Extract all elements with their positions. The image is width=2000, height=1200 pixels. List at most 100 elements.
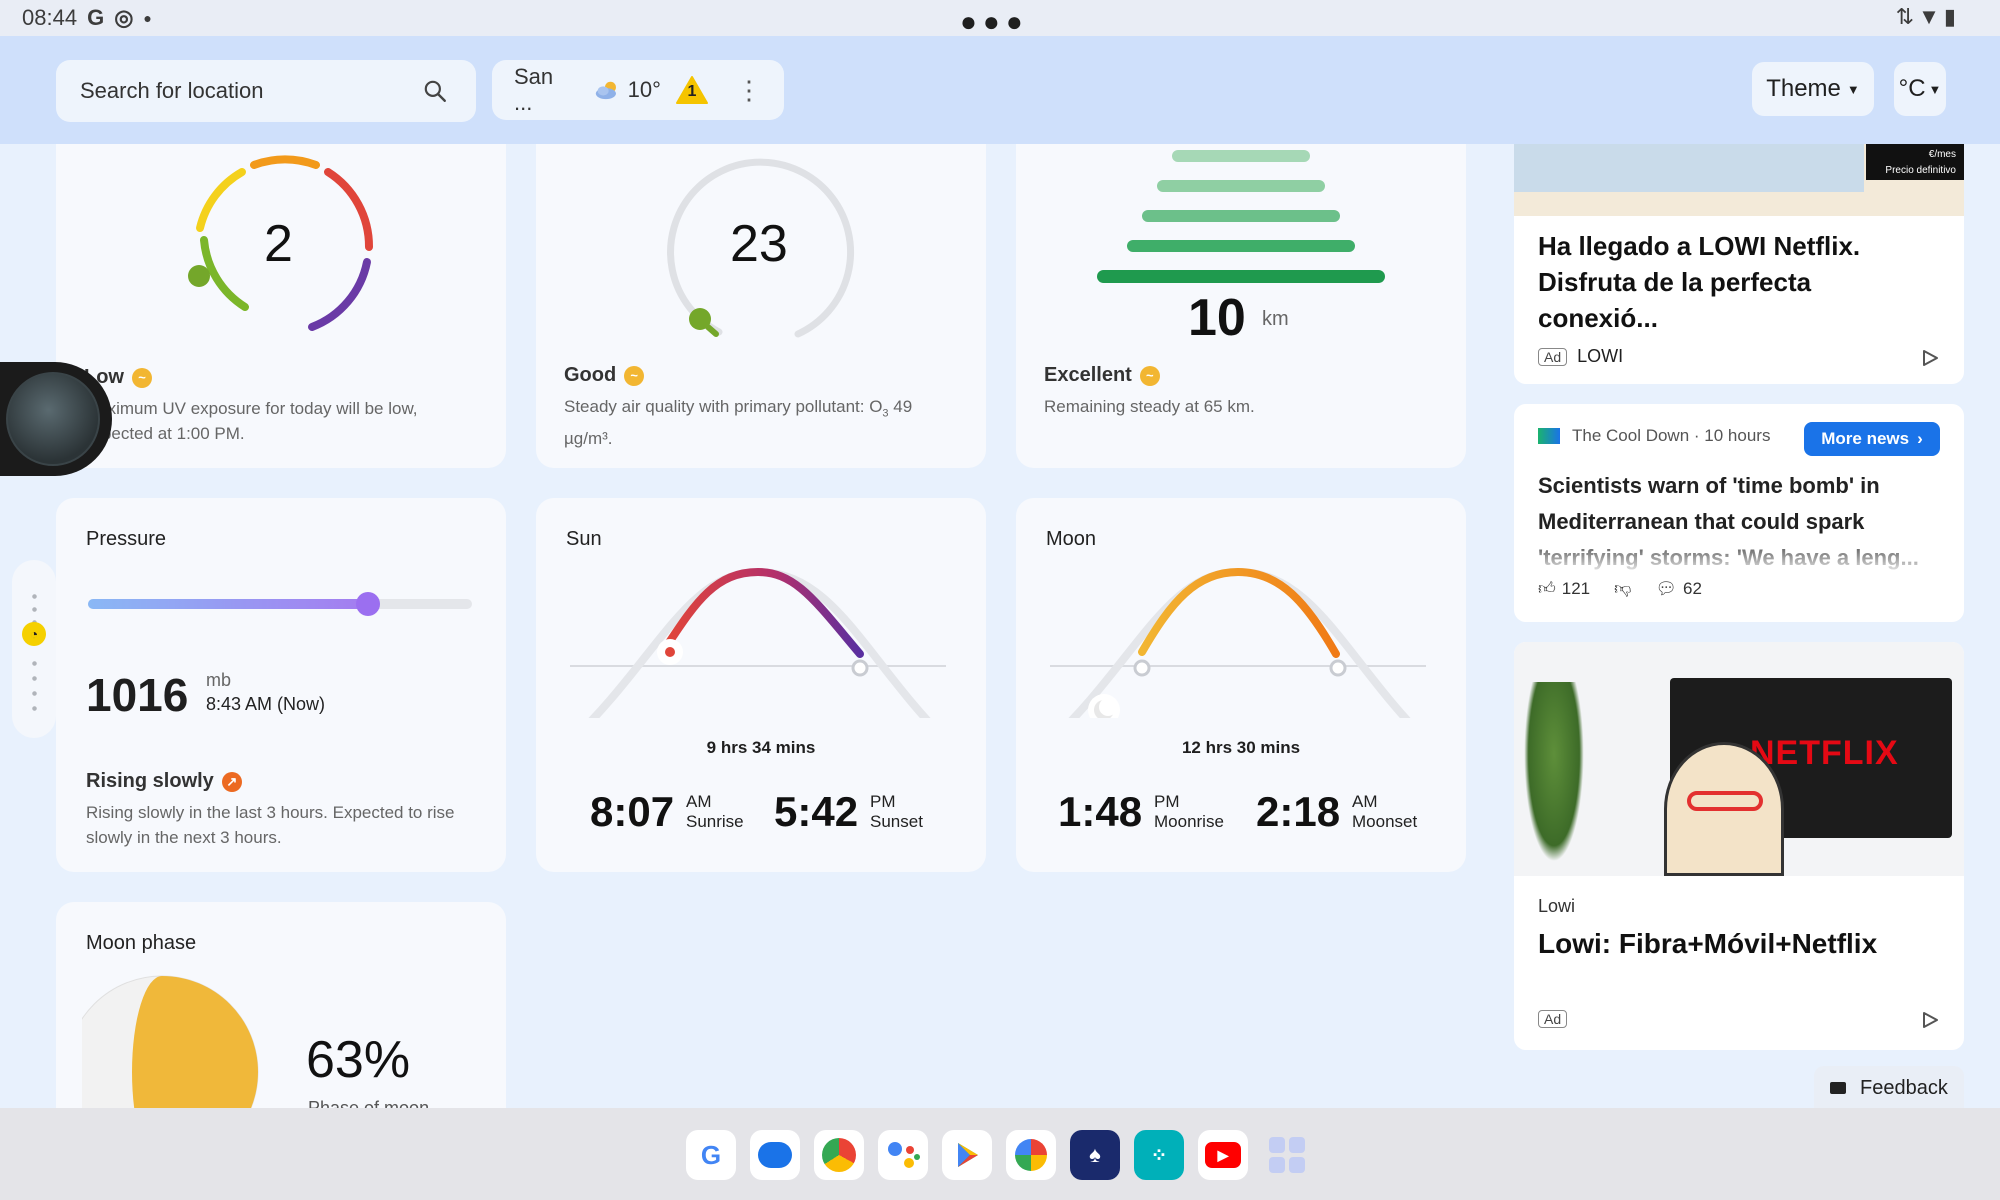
ad-choices-icon[interactable] [1920, 348, 1940, 368]
comment-icon[interactable]: 💬︎ [1655, 579, 1677, 599]
theme-dropdown[interactable]: Theme ▼ [1752, 62, 1874, 116]
source-separator: · [1689, 426, 1705, 445]
ad1-headline[interactable]: Ha llegado a LOWI Netflix. Disfruta de l… [1538, 228, 1938, 336]
camera-lens-icon [6, 372, 100, 466]
moonset-time: 2:18 [1256, 788, 1341, 835]
article-source: The Cool Down [1572, 426, 1690, 445]
pressure-title: Pressure [86, 528, 167, 550]
aqi-status-text: Good [564, 364, 617, 386]
rising-trend-icon: ↗ [221, 771, 242, 792]
search-input[interactable]: Search for location [56, 60, 476, 122]
moonrise-time: 1:48 [1058, 788, 1143, 835]
article-source-row: The Cool Down · 10 hours [1538, 426, 1770, 446]
sunset-label: Sunset [870, 812, 923, 831]
pressure-card[interactable]: Pressure 1016 mb 8:43 AM (Now) Rising sl… [56, 498, 506, 872]
photos-app-icon[interactable] [1006, 1130, 1056, 1180]
partly-cloudy-icon [596, 81, 617, 100]
more-options-icon[interactable]: ⋮ [736, 77, 762, 103]
uv-level-marker [188, 265, 210, 287]
pressure-value: 1016 [86, 669, 189, 721]
fitbit-app-icon[interactable]: ⁘ [1134, 1130, 1184, 1180]
unit-label: °C [1898, 75, 1926, 102]
floating-camera-bubble[interactable] [0, 362, 112, 476]
app-drawer-icon[interactable] [1262, 1130, 1312, 1180]
current-location-chip[interactable]: San ... 10° 1 ⋮ [492, 60, 784, 120]
thumbs-down-icon[interactable]: 👎︎ [1614, 578, 1631, 599]
air-quality-card[interactable]: 23 Good ~ Steady air quality with primary… [536, 144, 986, 468]
pressure-marker [356, 592, 381, 616]
pressure-fill [88, 599, 369, 609]
ad-tag: Ad [1538, 347, 1568, 366]
uv-description: Maximum UV exposure for today will be lo… [84, 399, 418, 443]
youtube-app-icon[interactable]: ▶ [1198, 1130, 1248, 1180]
moon-phase-label: Phase of moon [308, 1098, 430, 1108]
moonrise-ampm: PM [1154, 792, 1180, 811]
sunset-time: 5:42 [774, 788, 859, 835]
location-name: San ... [514, 64, 554, 115]
play-store-app-icon[interactable] [942, 1130, 992, 1180]
chevron-right-icon: › [1917, 429, 1923, 448]
feedback-label: Feedback [1860, 1076, 1948, 1099]
sunrise-ampm: AM [686, 792, 712, 811]
visibility-value: 10 [1188, 289, 1246, 347]
visibility-bars [1097, 150, 1385, 283]
google-icon: G [87, 5, 105, 30]
messages-app-icon[interactable] [750, 1130, 800, 1180]
sun-card[interactable]: Sun 9 hrs 34 mins 8:07 AM Sunrise 5:42 P… [536, 498, 986, 872]
ad-tag: Ad [1538, 1010, 1568, 1028]
uv-index-card[interactable]: 2 Low ~ Maximum UV exposure for today wil… [56, 144, 506, 468]
aqi-value: 23 [730, 215, 788, 273]
more-news-button[interactable]: More news › [1804, 422, 1940, 456]
app-header: Search for location San ... 10° 1 ⋮ Them… [0, 36, 2000, 144]
google-app-icon[interactable]: G [686, 1130, 736, 1180]
notification-dot-icon: ● [143, 10, 152, 26]
moonrise-label: Moonrise [1154, 812, 1224, 831]
article-headline[interactable]: Scientists warn of 'time bomb' in Medite… [1538, 468, 1942, 576]
article-reactions: 👍︎ 121 👎︎ 💬︎ 62 [1538, 578, 1702, 599]
moon-phase-percent: 63% [306, 1031, 411, 1089]
glasses-illustration [1687, 791, 1763, 811]
feedback-button[interactable]: Feedback [1814, 1066, 1964, 1110]
moonset-ampm: AM [1352, 792, 1378, 811]
window-handle-icon[interactable]: ●●● [960, 6, 1029, 38]
ad-choices-icon[interactable] [1920, 1010, 1940, 1030]
data-arrows-icon: ⇅ [1895, 4, 1919, 29]
solitaire-app-icon[interactable]: ♠ [1070, 1130, 1120, 1180]
battery-icon: ▮ [1943, 4, 1960, 29]
uv-value: 2 [264, 215, 293, 273]
search-icon[interactable] [422, 78, 448, 104]
thumbs-up-icon[interactable]: 👍︎ [1538, 578, 1556, 599]
rail-active-icon[interactable]: ◔ [22, 622, 46, 646]
pressure-time: 8:43 AM (Now) [206, 694, 326, 714]
news-ad-lowi-netflix[interactable]: €/mes Precio definitivo Ha llegado a LOW… [1514, 144, 1964, 384]
steady-trend-icon: ~ [1139, 365, 1160, 386]
steady-trend-icon: ~ [624, 365, 645, 386]
netflix-logo-text: NETFLIX [1750, 734, 1899, 772]
taskbar-dock: G ♠ ⁘ ▶ [0, 1108, 2000, 1200]
unit-dropdown[interactable]: °C ▼ [1894, 62, 1946, 116]
visibility-status: Excellent ~ [1044, 364, 1160, 387]
sunset-ampm: PM [870, 792, 896, 811]
ad2-advertiser: Lowi [1538, 896, 1576, 916]
dropdown-caret-icon: ▼ [1928, 81, 1942, 97]
visibility-card[interactable]: 10 km Excellent ~ Remaining steady at 65 … [1016, 144, 1466, 468]
side-scroll-rail[interactable]: ◔ [12, 560, 56, 738]
assistant-app-icon[interactable] [878, 1130, 928, 1180]
ad2-headline[interactable]: Lowi: Fibra+Móvil+Netflix [1538, 928, 1877, 960]
moon-phase-card[interactable]: Moon phase 63% Phase of moon [56, 902, 506, 1108]
more-news-label: More news [1821, 429, 1910, 448]
like-count: 121 [1561, 578, 1591, 598]
steady-trend-icon: ~ [132, 367, 152, 388]
moon-card[interactable]: Moon 12 hrs 30 mins 1:48 PM Moonrise 2:1… [1016, 498, 1466, 872]
chrome-status-icon: ◎ [114, 5, 134, 30]
aqi-desc-prefix: Steady air quality with primary pollutan… [564, 397, 883, 416]
weather-alert-icon[interactable]: 1 [675, 75, 708, 105]
chrome-app-icon[interactable] [814, 1130, 864, 1180]
visibility-unit: km [1262, 308, 1289, 330]
moon-arc-chart [1050, 567, 1426, 718]
status-time: 08:44 [22, 5, 78, 30]
location-temperature: 10° [627, 77, 661, 102]
news-ad-lowi-fibra[interactable]: NETFLIX Lowi Lowi: Fibra+Móvil+Netflix A… [1514, 642, 1964, 1050]
moon-phase-icon [82, 975, 259, 1108]
news-article-card[interactable]: The Cool Down · 10 hours More news › Scie… [1514, 404, 1964, 622]
